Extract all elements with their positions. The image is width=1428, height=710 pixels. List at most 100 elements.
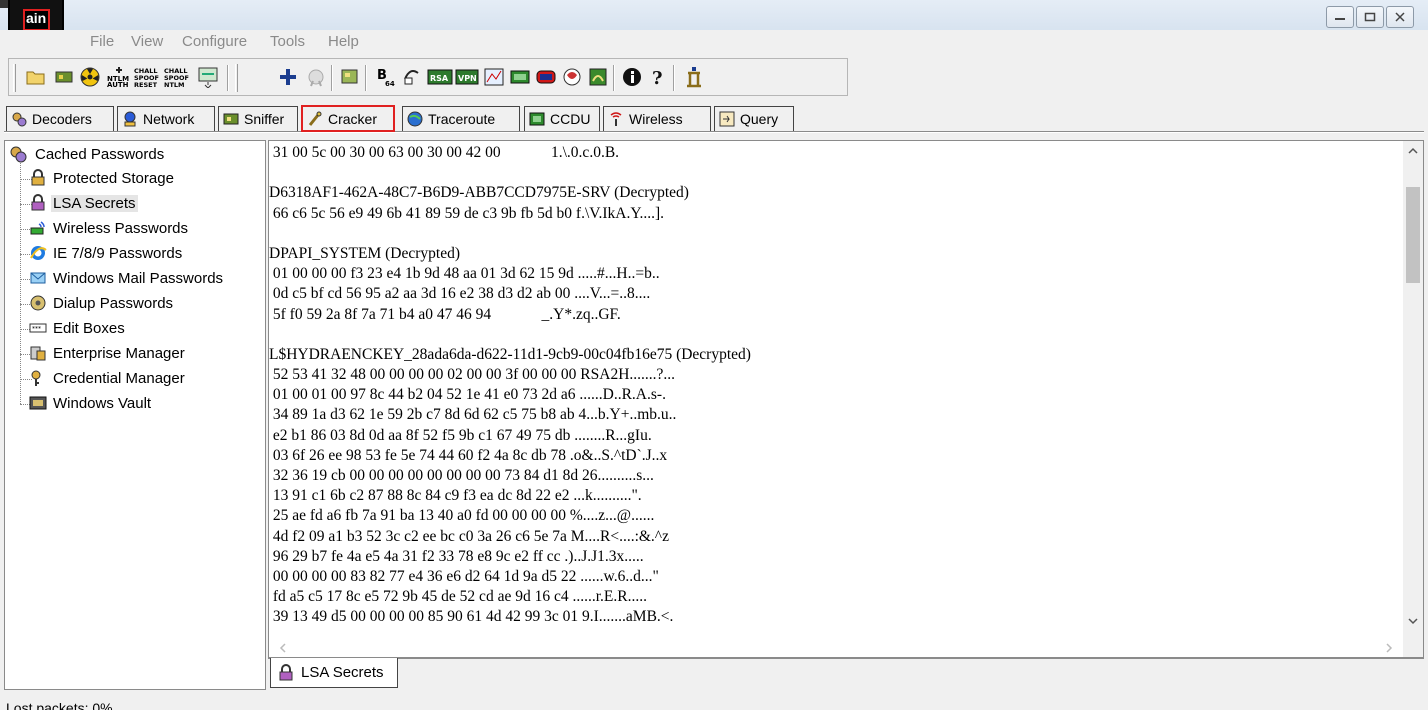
status-bar: Lost packets: 0% xyxy=(0,696,1428,710)
tab-query[interactable]: Query xyxy=(714,106,794,131)
wireless-button[interactable] xyxy=(535,65,557,89)
tab-strip-divider xyxy=(4,131,1424,133)
scroll-up-icon[interactable] xyxy=(1407,147,1419,155)
tab-wireless-label: Wireless xyxy=(629,111,683,127)
open-folder-icon xyxy=(26,71,45,85)
tree-item-ie-passwords[interactable]: IE 7/8/9 Passwords xyxy=(29,244,184,262)
info-button[interactable] xyxy=(621,65,643,89)
horizontal-scrollbar[interactable] xyxy=(269,639,1405,657)
close-button[interactable] xyxy=(1386,6,1414,28)
scroll-down-icon[interactable] xyxy=(1407,617,1419,625)
scroll-left-icon[interactable] xyxy=(279,643,287,653)
ntlm-auth-button[interactable]: NTLM AUTH xyxy=(106,65,132,89)
chall-spoof-ntlm-icon: CHALLSPOOFNTLM xyxy=(164,67,189,88)
rsa-icon: RSA xyxy=(427,69,453,85)
radiation-button[interactable] xyxy=(79,65,101,89)
tree-item-label: Protected Storage xyxy=(53,169,174,187)
tree-root-cached-passwords[interactable]: Cached Passwords xyxy=(9,145,166,163)
system-menu-icon[interactable] xyxy=(0,0,8,8)
certificate-icon xyxy=(308,69,324,87)
chall-spoof-ntlm-button[interactable]: CHALL SPOOF NTLM xyxy=(164,65,190,89)
tree-item-label: Credential Manager xyxy=(53,369,185,387)
photo-button[interactable] xyxy=(587,65,609,89)
secret-line: 01 00 00 00 f3 23 e4 1b 9d 48 aa 01 3d 6… xyxy=(269,265,660,283)
ccdu-button[interactable] xyxy=(509,65,531,89)
vertical-scrollbar[interactable] xyxy=(1403,141,1423,639)
menu-file[interactable]: File xyxy=(90,33,114,50)
tree-item-dialup-passwords[interactable]: Dialup Passwords xyxy=(29,294,175,312)
minimize-icon xyxy=(1335,18,1345,20)
secret-line: 96 29 b7 fe 4a e5 4a 31 f2 33 78 e8 9c e… xyxy=(269,547,644,565)
tree-item-lsa-secrets[interactable]: LSA Secrets xyxy=(29,194,138,212)
menu-help[interactable]: Help xyxy=(328,33,359,50)
ntlm-auth-icon: NTLMAUTH xyxy=(107,67,129,88)
tab-traceroute[interactable]: Traceroute xyxy=(402,106,520,131)
tab-decoders[interactable]: Decoders xyxy=(6,106,114,131)
tab-network-label: Network xyxy=(143,111,195,127)
secret-line: 32 36 19 cb 00 00 00 00 00 00 00 00 73 8… xyxy=(269,467,654,484)
menu-tools[interactable]: Tools xyxy=(270,33,305,50)
svg-text:?: ? xyxy=(652,68,663,87)
tab-cracker-label: Cracker xyxy=(328,110,378,127)
toolbar: NTLM AUTH CHALL SPOOF RESET CHALL SPOOF NTLM … xyxy=(8,58,848,96)
graph-button[interactable] xyxy=(483,65,505,89)
tab-traceroute-label: Traceroute xyxy=(428,111,496,127)
radiation-icon xyxy=(80,67,100,87)
cracker-button[interactable] xyxy=(683,65,705,89)
tab-wireless[interactable]: Wireless xyxy=(603,106,711,131)
secret-line: 03 6f 26 ee 98 53 fe 5e 74 44 60 f2 4a 8… xyxy=(269,446,668,464)
lost-packets-status: Lost packets: 0% xyxy=(6,700,113,710)
tab-sniffer[interactable]: Sniffer xyxy=(218,106,298,131)
secret-line: 4d f2 09 a1 b3 52 3c c2 ee bc c0 3a 26 c… xyxy=(269,527,669,545)
ie-icon xyxy=(30,246,47,260)
chall-spoof-reset-button[interactable]: CHALL SPOOF RESET xyxy=(134,65,160,89)
tab-lsa-secrets[interactable]: LSA Secrets xyxy=(270,658,398,688)
svg-text:***: *** xyxy=(32,326,41,333)
secret-line: D6318AF1-462A-48C7-B6D9-ABB7CCD7975E-SRV… xyxy=(269,184,689,202)
tree-item-windows-vault[interactable]: Windows Vault xyxy=(29,394,153,412)
maximize-button[interactable] xyxy=(1356,6,1384,28)
tree-item-wireless-passwords[interactable]: Wireless Passwords xyxy=(29,219,190,237)
base64-button[interactable]: B 64 xyxy=(375,65,397,89)
tab-ccdu[interactable]: CCDU xyxy=(524,106,600,131)
tree-item-credential-manager[interactable]: Credential Manager xyxy=(29,369,187,387)
open-folder-button[interactable] xyxy=(25,65,47,89)
tree-item-enterprise-manager[interactable]: Enterprise Manager xyxy=(29,344,187,362)
vertical-scroll-thumb[interactable] xyxy=(1406,187,1420,283)
tab-cracker[interactable]: Cracker xyxy=(301,105,395,132)
rsa-button[interactable]: RSA xyxy=(427,65,453,89)
passwords-tree[interactable]: Cached Passwords Protected Storage LSA S… xyxy=(4,140,266,690)
tab-lsa-secrets-label: LSA Secrets xyxy=(301,664,384,681)
scroll-right-icon[interactable] xyxy=(1385,643,1393,653)
toolbar-grip[interactable] xyxy=(13,64,16,92)
tree-item-protected-storage[interactable]: Protected Storage xyxy=(29,169,176,187)
toolbar-grip[interactable] xyxy=(235,64,238,92)
sniffer-button[interactable] xyxy=(561,65,583,89)
monitor-button[interactable] xyxy=(197,65,219,89)
hash-calculator-button[interactable] xyxy=(401,65,423,89)
lsa-secrets-output[interactable]: 31 00 5c 00 30 00 63 00 30 00 42 00 1.\.… xyxy=(268,140,1424,658)
add-button[interactable] xyxy=(277,65,299,89)
scan-button[interactable] xyxy=(339,65,361,89)
tab-decoders-label: Decoders xyxy=(32,111,92,127)
certificate-button[interactable] xyxy=(305,65,327,89)
credential-manager-icon xyxy=(31,370,41,386)
vpn-button[interactable]: VPN xyxy=(455,65,479,89)
secret-line: 31 00 5c 00 30 00 63 00 30 00 42 00 1.\.… xyxy=(269,144,620,161)
tab-network[interactable]: Network xyxy=(117,106,215,131)
maximize-icon xyxy=(1364,12,1376,22)
tree-item-windows-mail-passwords[interactable]: Windows Mail Passwords xyxy=(29,269,225,287)
help-button[interactable]: ? xyxy=(647,65,669,89)
enterprise-manager-icon xyxy=(30,346,46,361)
menu-view[interactable]: View xyxy=(131,33,163,50)
minimize-button[interactable] xyxy=(1326,6,1354,28)
secret-line: DPAPI_SYSTEM (Decrypted) xyxy=(269,244,461,262)
secret-line: 01 00 01 00 97 8c 44 b2 04 52 1e 41 e0 7… xyxy=(269,386,666,404)
chall-spoof-reset-icon: CHALLSPOOFRESET xyxy=(134,67,159,88)
toolbar-separator xyxy=(613,65,615,91)
network-card-button[interactable] xyxy=(53,65,75,89)
ccdu-icon xyxy=(510,70,530,84)
secret-line: 34 89 1a d3 62 1e 59 2b c7 8d 6d 62 c5 7… xyxy=(269,406,677,424)
menu-configure[interactable]: Configure xyxy=(182,33,247,50)
tree-item-edit-boxes[interactable]: *** Edit Boxes xyxy=(29,319,127,337)
